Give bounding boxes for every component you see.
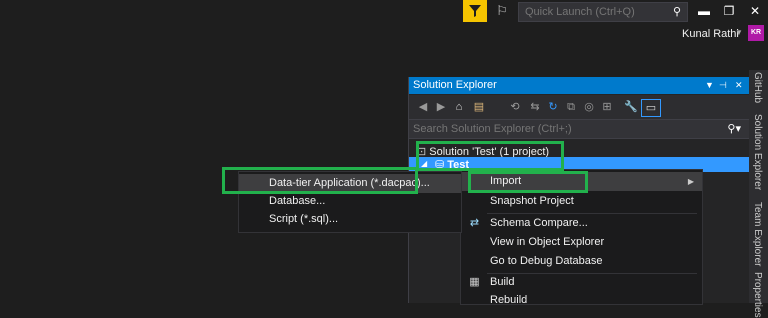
restore-button[interactable]: ❐ (718, 2, 740, 20)
minimize-button[interactable]: ▬ (693, 2, 715, 20)
chevron-right-icon: ▶ (687, 177, 694, 186)
tab-team-explorer[interactable]: Team Explorer (752, 202, 763, 266)
quick-launch[interactable]: ⚲ (518, 2, 688, 22)
close-icon[interactable]: ✕ (735, 77, 743, 94)
menu-item-script-sql[interactable]: Script (*.sql)... (239, 210, 461, 229)
home-icon[interactable]: ⌂ (451, 99, 467, 115)
highlight-box-import (468, 171, 588, 193)
pending-changes-icon[interactable]: ⟲ (507, 99, 523, 115)
menu-item-snapshot-project[interactable]: Snapshot Project (461, 192, 702, 211)
menu-item-build[interactable]: ▦ Build (461, 273, 702, 292)
filter-button[interactable] (463, 0, 487, 22)
show-all-files-icon[interactable]: ◎ (581, 99, 597, 115)
user-name[interactable]: Kunal Rathi (682, 28, 739, 40)
refresh-icon[interactable]: ↻ (545, 99, 561, 115)
menu-item-label: View in Object Explorer (490, 236, 605, 248)
sync-icon[interactable]: ⇆ (527, 99, 543, 115)
tab-github[interactable]: GitHub (752, 72, 763, 103)
menu-item-label: Rebuild (490, 294, 528, 306)
collapse-all-icon[interactable]: ⧉ (563, 99, 579, 115)
avatar[interactable]: KR (748, 25, 764, 41)
highlight-box-dacpac (222, 167, 418, 194)
schema-compare-icon: ⇄ (469, 217, 480, 229)
menu-item-label: Database... (269, 195, 326, 207)
menu-item-database[interactable]: Database... (239, 192, 461, 211)
back-icon[interactable]: ◀ (415, 99, 431, 115)
feedback-icon[interactable]: ⚐ (494, 3, 510, 19)
solution-search-box[interactable]: ⚲▾ (409, 119, 749, 139)
funnel-icon (469, 5, 481, 17)
menu-item-go-to-debug-database[interactable]: Go to Debug Database (461, 252, 702, 271)
preview-icon[interactable]: ⊞ (599, 99, 615, 115)
menu-item-label: Go to Debug Database (490, 255, 603, 267)
search-icon: ⚲▾ (727, 123, 741, 135)
forward-icon[interactable]: ▶ (433, 99, 449, 115)
switch-views-icon[interactable]: ▤ (471, 99, 487, 115)
quick-launch-input[interactable] (519, 3, 671, 21)
tab-properties[interactable]: Properties (752, 272, 763, 318)
chevron-down-icon[interactable]: ▼ (735, 28, 743, 37)
menu-item-schema-compare[interactable]: ⇄ Schema Compare... (461, 214, 702, 233)
solution-explorer-title-bar: Solution Explorer ▼ ⊣ ✕ (409, 77, 749, 94)
search-icon: ⚲ (672, 6, 681, 18)
close-button[interactable]: ✕ (744, 2, 766, 20)
menu-item-label: Schema Compare... (490, 217, 588, 229)
menu-item-view-object-explorer[interactable]: View in Object Explorer (461, 233, 702, 252)
menu-item-rebuild[interactable]: Rebuild (461, 291, 702, 310)
solution-explorer-toolbar: ◀ ▶ ⌂ ▤ ⟲ ⇆ ↻ ⧉ ◎ ⊞ 🔧 ▭ (409, 95, 749, 119)
pin-icon[interactable]: ⊣ (719, 77, 727, 94)
highlight-box-solution (416, 141, 564, 171)
panel-title: Solution Explorer (413, 79, 497, 91)
menu-item-label: Script (*.sql)... (269, 213, 339, 225)
solution-search-input[interactable] (409, 120, 717, 138)
build-icon: ▦ (469, 276, 480, 288)
menu-item-label: Snapshot Project (490, 195, 574, 207)
tab-solution-explorer[interactable]: Solution Explorer (752, 114, 763, 190)
menu-item-label: Build (490, 276, 515, 288)
properties-icon[interactable]: 🔧 (623, 99, 639, 115)
dropdown-icon[interactable]: ▼ (705, 77, 714, 94)
side-tab-strip: GitHub Solution Explorer Team Explorer P… (749, 70, 768, 318)
preview-selected-icon[interactable]: ▭ (641, 99, 661, 117)
